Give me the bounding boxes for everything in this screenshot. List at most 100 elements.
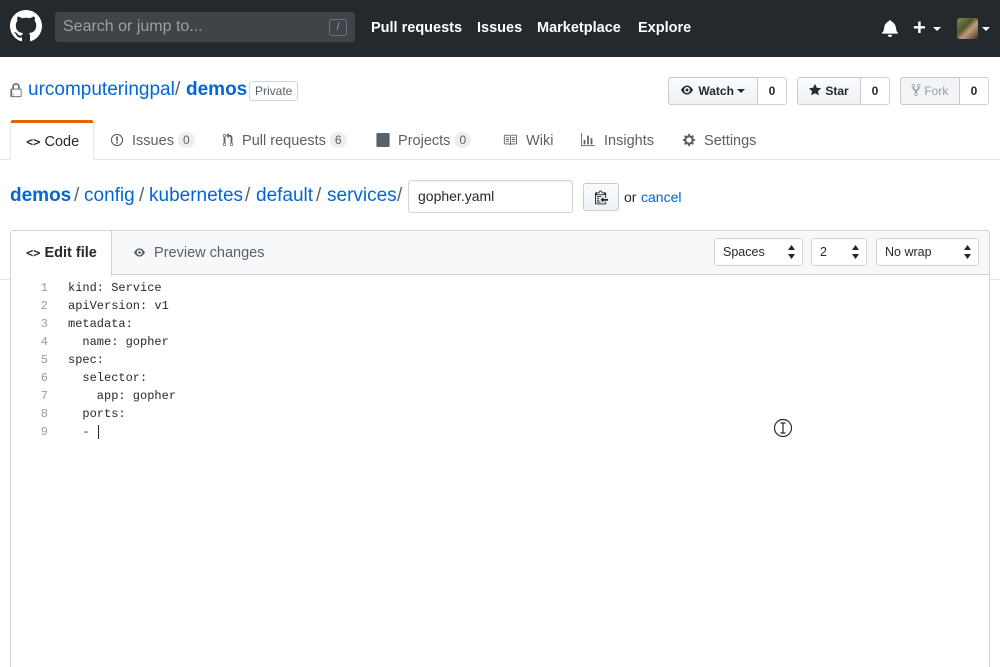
- issues-counter: 0: [177, 132, 195, 148]
- code-line: app: gopher: [68, 389, 177, 403]
- star-icon: [808, 83, 822, 96]
- breadcrumb-config[interactable]: config: [84, 185, 135, 207]
- tab-projects[interactable]: Projects 0: [376, 120, 472, 160]
- watch-button[interactable]: Watch: [668, 77, 758, 105]
- search-input[interactable]: Search or jump to... /: [55, 12, 355, 42]
- code-line: selector:: [68, 371, 148, 385]
- breadcrumb-services[interactable]: services: [327, 185, 397, 207]
- issue-opened-icon: [110, 133, 124, 147]
- select-arrows-icon: [852, 245, 859, 259]
- breadcrumb-default[interactable]: default: [256, 185, 313, 207]
- tab-code-label: Code: [44, 134, 80, 150]
- code-line: apiVersion: v1: [68, 299, 169, 313]
- line-number: 8: [40, 407, 48, 421]
- or-text: or: [624, 189, 637, 205]
- nav-pull-requests[interactable]: Pull requests: [371, 0, 462, 57]
- user-avatar[interactable]: [957, 18, 978, 39]
- watch-label: Watch: [698, 84, 734, 98]
- tab-settings[interactable]: Settings: [682, 120, 756, 160]
- text-caret: [98, 425, 99, 439]
- nav-explore[interactable]: Explore: [638, 0, 691, 57]
- tab-pull-requests-label: Pull requests: [242, 133, 326, 149]
- fork-button[interactable]: Fork: [900, 77, 960, 105]
- chevron-down-icon: [737, 89, 746, 93]
- tab-preview-changes[interactable]: Preview changes: [132, 231, 264, 275]
- line-number: 3: [40, 317, 48, 331]
- nav-marketplace[interactable]: Marketplace: [537, 0, 621, 57]
- code-line: ports:: [68, 407, 126, 421]
- line-number: 1: [40, 281, 48, 295]
- notifications-bell-icon[interactable]: [881, 19, 899, 37]
- project-icon: [376, 133, 390, 147]
- repo-path-separator: /: [175, 79, 181, 100]
- private-label: Private: [249, 81, 299, 101]
- indent-mode-select[interactable]: Spaces: [714, 238, 803, 266]
- wrap-mode-select[interactable]: No wrap: [876, 238, 979, 266]
- eye-icon: [681, 85, 693, 95]
- star-count[interactable]: 0: [861, 77, 890, 105]
- code-icon: <>: [26, 135, 41, 149]
- indent-size-select[interactable]: 2: [811, 238, 867, 266]
- edit-file-label: Edit file: [44, 245, 97, 261]
- search-shortcut-badge: /: [329, 19, 347, 36]
- code-line: spec:: [68, 353, 105, 367]
- tab-pull-requests[interactable]: Pull requests 6: [222, 120, 347, 160]
- fork-count[interactable]: 0: [960, 77, 989, 105]
- user-menu-chevron-down-icon[interactable]: [982, 27, 990, 31]
- breadcrumb-kubernetes[interactable]: kubernetes: [149, 185, 243, 207]
- watch-count[interactable]: 0: [758, 77, 787, 105]
- indent-mode-value: Spaces: [723, 245, 765, 259]
- breadcrumb-root[interactable]: demos: [10, 185, 71, 207]
- tab-wiki[interactable]: Wiki: [502, 120, 553, 160]
- tab-insights[interactable]: Insights: [580, 120, 654, 160]
- mouse-ibeam-cursor-icon: [773, 418, 793, 438]
- breadcrumb-separator: /: [245, 185, 251, 206]
- line-number: 9: [40, 425, 48, 439]
- tab-wiki-label: Wiki: [526, 133, 554, 149]
- wrap-mode-value: No wrap: [885, 245, 932, 259]
- tab-code[interactable]: <> Code: [10, 120, 94, 160]
- create-menu-chevron-down-icon[interactable]: [933, 27, 941, 31]
- select-arrows-icon: [788, 245, 795, 259]
- line-number: 4: [40, 335, 48, 349]
- search-placeholder: Search or jump to...: [63, 18, 203, 35]
- book-icon: [503, 134, 517, 146]
- tab-settings-label: Settings: [704, 133, 757, 149]
- lock-icon: [10, 83, 22, 98]
- github-logo-icon[interactable]: [10, 10, 42, 42]
- create-new-plus-icon[interactable]: +: [913, 17, 926, 39]
- breadcrumb-separator: /: [316, 185, 322, 206]
- eye-icon: [134, 248, 145, 257]
- fork-label: Fork: [924, 84, 949, 98]
- gear-icon: [682, 133, 696, 147]
- preview-changes-label: Preview changes: [154, 245, 265, 261]
- select-arrows-icon: [964, 245, 971, 259]
- tab-edit-file[interactable]: <> Edit file: [11, 231, 112, 276]
- repo-name-link[interactable]: demos: [186, 79, 247, 101]
- copy-path-button[interactable]: [583, 183, 619, 211]
- line-number: 2: [40, 299, 48, 313]
- breadcrumb-separator: /: [74, 185, 80, 206]
- code-line: -: [68, 425, 97, 439]
- git-pull-request-icon: [222, 133, 234, 147]
- graph-icon: [581, 133, 595, 147]
- nav-issues[interactable]: Issues: [477, 0, 522, 57]
- line-number: 5: [40, 353, 48, 367]
- repo-forked-icon: [911, 83, 921, 97]
- projects-counter: 0: [454, 132, 472, 148]
- line-number: 7: [40, 389, 48, 403]
- tab-issues-label: Issues: [132, 133, 174, 149]
- code-icon: <>: [26, 246, 41, 260]
- repo-owner-link[interactable]: urcomputeringpal: [28, 79, 175, 101]
- code-line: name: gopher: [68, 335, 169, 349]
- line-number: 6: [40, 371, 48, 385]
- filename-input[interactable]: gopher.yaml: [408, 180, 573, 213]
- tab-insights-label: Insights: [604, 133, 655, 149]
- breadcrumb-separator: /: [397, 185, 403, 206]
- clippy-icon: [595, 190, 608, 205]
- star-button[interactable]: Star: [797, 77, 861, 105]
- cancel-link[interactable]: cancel: [641, 189, 681, 205]
- code-line: metadata:: [68, 317, 133, 331]
- indent-size-value: 2: [820, 245, 827, 259]
- tab-issues[interactable]: Issues 0: [110, 120, 195, 160]
